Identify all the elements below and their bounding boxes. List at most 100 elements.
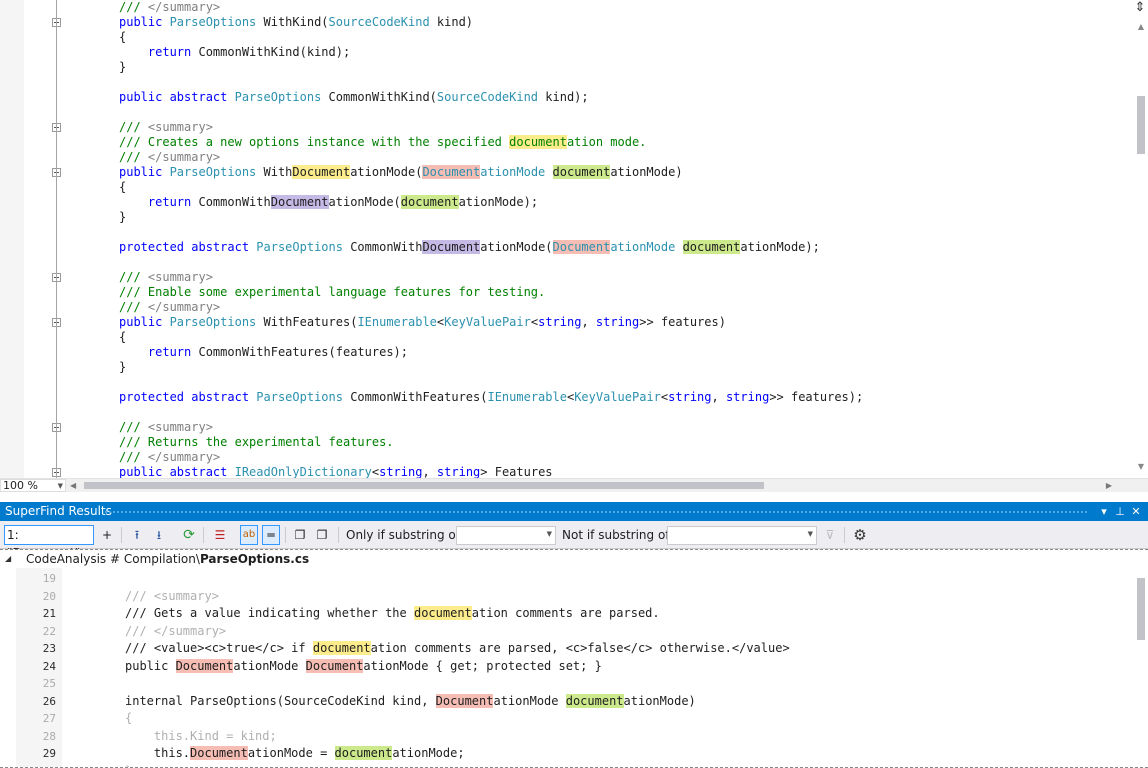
code-line[interactable]: public abstract ParseOptions CommonWithK… (24, 90, 1114, 105)
window-menu-icon[interactable]: ▾ (1097, 504, 1111, 519)
code-line-text: /// Enable some experimental language fe… (119, 285, 545, 300)
result-row[interactable]: 23 /// <value><c>true</c> if documentatio… (0, 640, 1130, 658)
code-line[interactable] (24, 75, 1114, 90)
result-row[interactable]: 25 (0, 675, 1130, 693)
not-if-combo[interactable]: ▼ (667, 526, 817, 545)
result-row[interactable]: 19 (0, 570, 1130, 588)
code-line[interactable]: /// <summary> (24, 420, 1114, 435)
code-line[interactable]: /// <summary> (24, 270, 1114, 285)
expand-all-icon[interactable]: ❐ (291, 525, 309, 545)
code-token: ationMode( (480, 240, 553, 254)
editor-gutter (0, 0, 24, 478)
scroll-down-arrow-icon[interactable]: ▼ (1134, 460, 1148, 474)
code-editor[interactable]: /// </summary> public ParseOptions WithKi… (0, 0, 1148, 478)
code-token: kind) (429, 15, 474, 29)
line-number: 25 (42, 677, 56, 690)
code-line[interactable]: return CommonWithDocumentationMode(docum… (24, 195, 1114, 210)
code-area[interactable]: /// </summary> public ParseOptions WithKi… (24, 0, 1114, 478)
code-line[interactable]: public ParseOptions WithDocumentationMod… (24, 165, 1114, 180)
only-if-combo[interactable]: ▼ (456, 526, 556, 545)
close-icon[interactable]: ✕ (1129, 504, 1143, 519)
code-line[interactable]: /// </summary> (24, 450, 1114, 465)
code-token: /// (119, 300, 148, 314)
code-line[interactable]: /// </summary> (24, 300, 1114, 315)
code-token: this. (125, 746, 191, 760)
code-token: /// (119, 0, 148, 14)
code-line[interactable]: /// </summary> (24, 150, 1114, 165)
scrollbar-thumb[interactable] (1137, 96, 1145, 154)
scroll-left-arrow-icon[interactable]: ◀ (70, 479, 76, 492)
code-token: /// (119, 120, 148, 134)
code-line-text: } (119, 360, 126, 375)
zoom-combo[interactable]: 100 % ▼ (0, 479, 66, 492)
clear-results-icon[interactable]: ☰ (211, 525, 229, 545)
code-line[interactable]: } (24, 210, 1114, 225)
collapse-triangle-icon[interactable]: ◢ (5, 550, 11, 568)
result-row[interactable]: 27 { (0, 710, 1130, 728)
code-line[interactable]: /// <summary> (24, 120, 1114, 135)
code-line-text: public ParseOptions WithKind(SourceCodeK… (119, 15, 473, 30)
next-result-icon[interactable]: ⭳ (150, 525, 168, 545)
code-line[interactable]: public ParseOptions WithKind(SourceCodeK… (24, 15, 1114, 30)
editor-vertical-scrollbar[interactable]: ⇕ ▲ ▼ (1134, 0, 1148, 478)
result-row[interactable]: 30} (0, 763, 1130, 768)
collapse-all-icon[interactable]: ❐ (313, 525, 331, 545)
result-row[interactable]: 29 this.DocumentationMode = documentatio… (0, 745, 1130, 763)
result-row[interactable]: 28 this.Kind = kind; (0, 728, 1130, 746)
result-row[interactable]: 20 /// <summary> (0, 588, 1130, 606)
add-search-button[interactable]: + (98, 525, 116, 545)
result-row[interactable]: 21 /// Gets a value indicating whether th… (0, 605, 1130, 623)
result-row[interactable]: 26 internal ParseOptions(SourceCodeKind k… (0, 693, 1130, 711)
code-line[interactable]: { (24, 30, 1114, 45)
code-line-text: public ParseOptions WithDocumentationMod… (119, 165, 683, 180)
code-token: Document (552, 240, 611, 254)
code-token: </summary> (147, 450, 221, 464)
match-case-icon[interactable]: ab (240, 525, 258, 545)
code-line[interactable]: protected abstract ParseOptions CommonWi… (24, 240, 1114, 255)
code-line[interactable] (24, 375, 1114, 390)
file-group-header[interactable]: ◢ CodeAnalysis # Compilation\ParseOption… (0, 550, 1148, 568)
result-row[interactable]: 24 public DocumentationMode Documentation… (0, 658, 1130, 676)
code-line[interactable]: /// Returns the experimental features. (24, 435, 1114, 450)
code-line[interactable]: public ParseOptions WithFeatures(IEnumer… (24, 315, 1114, 330)
code-line[interactable]: return CommonWithFeatures(features); (24, 345, 1114, 360)
code-token: ParseOptions (169, 315, 257, 329)
code-line[interactable] (24, 255, 1114, 270)
refresh-icon[interactable]: ⟳ (180, 525, 198, 545)
not-if-label: Not if substring of: (562, 528, 674, 542)
search-tab-button[interactable]: 1: "Document" (4, 525, 94, 560)
code-token: public abstract (119, 465, 235, 478)
match-whole-word-icon[interactable]: ═ (262, 525, 280, 545)
results-vertical-scrollbar[interactable] (1134, 568, 1148, 767)
code-line[interactable] (24, 105, 1114, 120)
code-token: internal ParseOptions(SourceCodeKind kin… (125, 693, 436, 708)
code-line[interactable]: protected abstract ParseOptions CommonWi… (24, 390, 1114, 405)
code-line[interactable]: public abstract IReadOnlyDictionary<stri… (24, 465, 1114, 478)
code-line[interactable]: { (24, 330, 1114, 345)
code-line[interactable]: } (24, 60, 1114, 75)
scroll-up-arrow-icon[interactable]: ▲ (1134, 20, 1148, 34)
code-line-text: /// Creates a new options instance with … (119, 135, 646, 150)
result-row[interactable]: 22 /// </summary> (0, 623, 1130, 641)
scroll-right-arrow-icon[interactable]: ▶ (1106, 479, 1112, 492)
results-list[interactable]: ◢ CodeAnalysis # Compilation\ParseOption… (0, 549, 1148, 768)
split-window-icon[interactable]: ⇕ (1134, 0, 1146, 16)
code-line[interactable]: /// Creates a new options instance with … (24, 135, 1114, 150)
code-token: { (119, 330, 127, 344)
pin-icon[interactable]: ⊥ (1113, 504, 1127, 519)
settings-gear-icon[interactable]: ⚙ (851, 525, 869, 545)
previous-result-icon[interactable]: ⭱ (128, 525, 146, 545)
clear-filter-icon[interactable]: ⊽ (821, 525, 839, 545)
result-line-text: /// <value><c>true</c> if documentation … (125, 640, 790, 657)
code-line[interactable] (24, 405, 1114, 420)
results-scrollbar-thumb[interactable] (1137, 578, 1145, 640)
code-line[interactable]: /// Enable some experimental language fe… (24, 285, 1114, 300)
code-line[interactable]: { (24, 180, 1114, 195)
code-line[interactable] (24, 225, 1114, 240)
code-line[interactable]: /// </summary> (24, 0, 1114, 15)
horizontal-scrollbar-thumb[interactable] (84, 482, 764, 489)
line-number: 26 (42, 694, 56, 708)
titlebar-grip[interactable] (104, 510, 1088, 514)
code-line[interactable]: return CommonWithKind(kind); (24, 45, 1114, 60)
code-line[interactable]: } (24, 360, 1114, 375)
